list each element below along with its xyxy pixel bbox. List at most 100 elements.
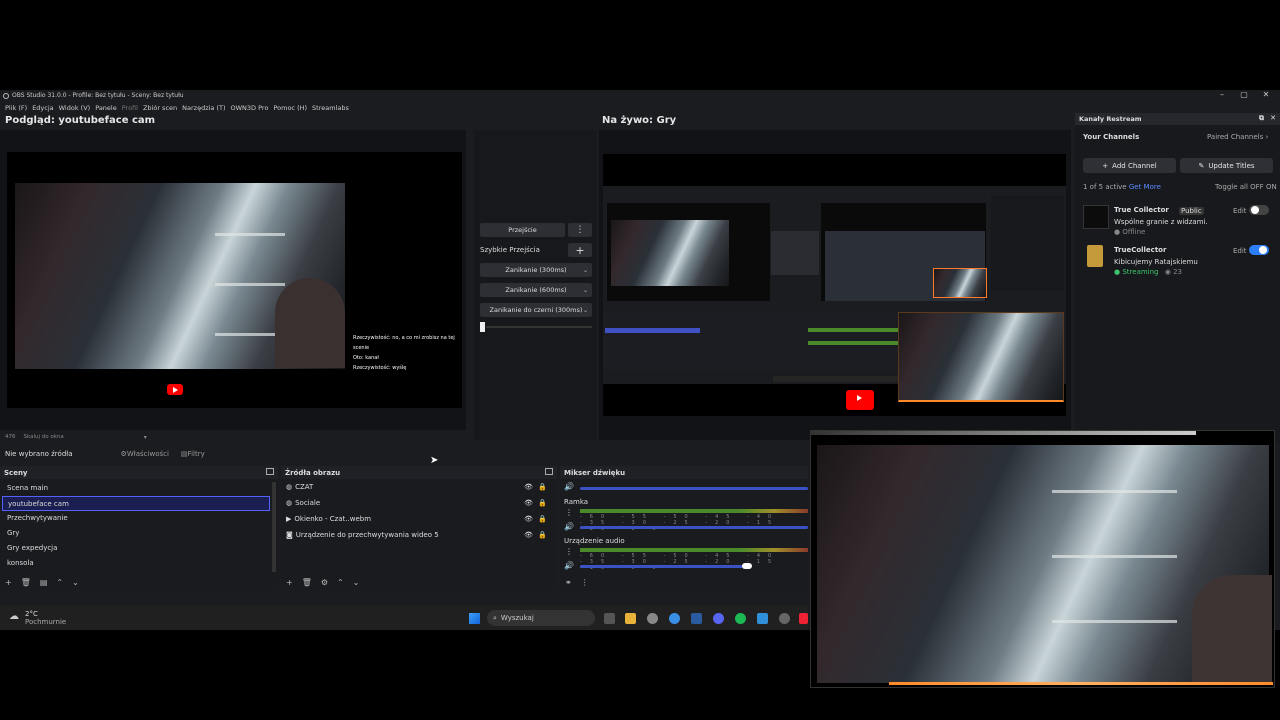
scene-item[interactable]: Gry expedycja [2, 541, 270, 556]
channel-toggle-off[interactable] [1249, 205, 1269, 215]
add-icon[interactable]: + [5, 578, 12, 587]
edit-channel-link[interactable]: Edit [1233, 207, 1247, 215]
arrow-up-icon[interactable]: ⌃ [337, 578, 344, 587]
scale-label[interactable]: Skaluj do okna [24, 434, 64, 440]
update-titles-button[interactable]: ✎ Update Titles [1180, 158, 1273, 173]
eye-icon[interactable]: 👁 [524, 483, 533, 491]
scene-item[interactable]: Przechwytywanie [2, 511, 270, 526]
menu-streamlabs[interactable]: Streamlabs [312, 104, 349, 112]
taskbar-search[interactable]: ⌕ Wyszukaj [487, 610, 595, 626]
scene-item[interactable]: Gry [2, 526, 270, 541]
arrow-down-icon[interactable]: ⌄ [353, 578, 360, 587]
get-more-link[interactable]: Get More [1129, 183, 1161, 191]
speaker-icon[interactable]: 🔊 [564, 561, 574, 570]
more-options-icon[interactable]: ⋮ [565, 547, 573, 556]
scene-item[interactable]: konsola [2, 556, 270, 571]
scrollbar[interactable] [272, 482, 276, 572]
add-icon[interactable]: + [286, 578, 293, 587]
chevron-down-icon[interactable]: ▾ [144, 434, 147, 441]
more-options-icon[interactable]: ⋮ [568, 223, 592, 237]
volume-slider[interactable] [580, 487, 808, 490]
menu-profile[interactable]: Profil [122, 104, 138, 112]
filter-icon[interactable]: ▤ [40, 578, 48, 587]
eye-icon[interactable]: 👁 [524, 531, 533, 539]
steam-icon[interactable] [691, 613, 702, 624]
menu-tools[interactable]: Narzędzia (T) [182, 104, 225, 112]
volume-slider[interactable] [580, 526, 808, 529]
app-icon[interactable] [779, 613, 790, 624]
app-icon[interactable] [799, 613, 808, 624]
trash-icon[interactable]: 🗑 [21, 578, 31, 587]
arrow-up-icon[interactable]: ⌃ [56, 578, 63, 587]
trash-icon[interactable]: 🗑 [302, 578, 312, 587]
popout-icon[interactable] [266, 468, 274, 475]
toggle-all-on[interactable]: ON [1266, 183, 1277, 191]
menu-own3d[interactable]: OWN3D Pro [231, 104, 269, 112]
volume-slider[interactable] [580, 565, 748, 568]
menu-scene-collection[interactable]: Zbiór scen [143, 104, 177, 112]
lock-icon[interactable]: 🔒 [538, 515, 547, 523]
quick-transition-fade-300[interactable]: Zanikanie (300ms) ⌄ [480, 263, 592, 277]
maximize-button[interactable]: ▢ [1237, 90, 1251, 99]
file-explorer-icon[interactable] [625, 613, 636, 624]
preview-canvas[interactable]: Rzeczywistość: no, a co mi zrobisz na te… [7, 152, 462, 408]
more-options-icon[interactable]: ⋮ [581, 578, 589, 587]
source-item[interactable]: ◍ CZAT 👁 🔒 [281, 479, 557, 495]
menu-help[interactable]: Pomoc (H) [273, 104, 307, 112]
quick-transition-fade-600[interactable]: Zanikanie (600ms) ⌄ [480, 283, 592, 297]
menu-docks[interactable]: Panele [95, 104, 117, 112]
tbar-track[interactable] [486, 326, 592, 328]
channel-toggle-on[interactable] [1249, 245, 1269, 255]
windows-start-icon[interactable] [469, 613, 480, 624]
close-button[interactable]: ✕ [1259, 90, 1273, 99]
lock-icon[interactable]: 🔒 [538, 483, 547, 491]
menu-file[interactable]: Plik (F) [5, 104, 27, 112]
menu-view[interactable]: Widok (V) [59, 104, 91, 112]
scene-item-selected[interactable]: youtubeface cam [2, 496, 270, 511]
spotify-icon[interactable] [735, 613, 746, 624]
restream-dock: Kanały Restream ⧉ ✕ Your Channels Paired… [1075, 113, 1280, 443]
lock-icon[interactable]: 🔒 [538, 499, 547, 507]
active-count: 1 of 5 active [1083, 183, 1127, 191]
quick-transition-fade-black[interactable]: Zanikanie do czerni (300ms) ⌄ [480, 303, 592, 317]
close-icon[interactable]: ✕ [1270, 114, 1276, 122]
gear-icon[interactable]: ⚙ [321, 578, 328, 587]
properties-label: Właściwości [126, 450, 169, 458]
lock-icon[interactable]: 🔒 [538, 531, 547, 539]
add-channel-button[interactable]: + Add Channel [1083, 158, 1176, 173]
transition-button[interactable]: Przejście [480, 223, 565, 237]
add-quick-transition-button[interactable]: + [568, 243, 592, 257]
speaker-icon[interactable]: 🔊 [564, 482, 574, 491]
paired-channels-tab[interactable]: Paired Channels › [1207, 133, 1268, 141]
eye-icon[interactable]: 👁 [524, 515, 533, 523]
edit-channel-link[interactable]: Edit [1233, 247, 1247, 255]
slider-handle[interactable] [742, 563, 752, 569]
speaker-icon[interactable]: 🔊 [564, 522, 574, 531]
chrome-icon[interactable] [669, 613, 680, 624]
link-icon[interactable]: ⚭ [565, 578, 572, 587]
toggle-all-row[interactable]: Toggle all OFF ON [1215, 183, 1277, 191]
filters-button[interactable]: ▤Filtry [181, 450, 205, 458]
scene-item[interactable]: Scena main [2, 481, 270, 496]
task-view-icon[interactable] [604, 613, 615, 624]
store-icon[interactable] [757, 613, 768, 624]
popout-icon[interactable]: ⧉ [1259, 114, 1264, 123]
more-options-icon[interactable]: ⋮ [565, 508, 573, 517]
scenes-header: Sceny [0, 466, 278, 479]
eye-icon[interactable]: 👁 [524, 499, 533, 507]
tbar-handle[interactable] [480, 322, 485, 332]
source-item[interactable]: ▶ Okienko - Czat..webm 👁 🔒 [281, 511, 557, 527]
source-label: Urządzenie do przechwytywania wideo 5 [295, 531, 439, 539]
discord-icon[interactable] [713, 613, 724, 624]
properties-button[interactable]: ⚙Właściwości [121, 450, 169, 458]
arrow-down-icon[interactable]: ⌄ [72, 578, 79, 587]
menu-edit[interactable]: Edycja [32, 104, 53, 112]
minimize-button[interactable]: – [1215, 90, 1229, 99]
restream-header: Kanały Restream ⧉ ✕ [1075, 113, 1280, 125]
toggle-all-off[interactable]: Toggle all OFF [1215, 183, 1264, 191]
your-channels-tab[interactable]: Your Channels [1083, 133, 1139, 141]
popout-icon[interactable] [545, 468, 553, 475]
source-item[interactable]: ◍ Sociale 👁 🔒 [281, 495, 557, 511]
obs-app-icon[interactable] [647, 613, 658, 624]
source-item[interactable]: ◙ Urządzenie do przechwytywania wideo 5 👁 🔒 [281, 527, 557, 543]
